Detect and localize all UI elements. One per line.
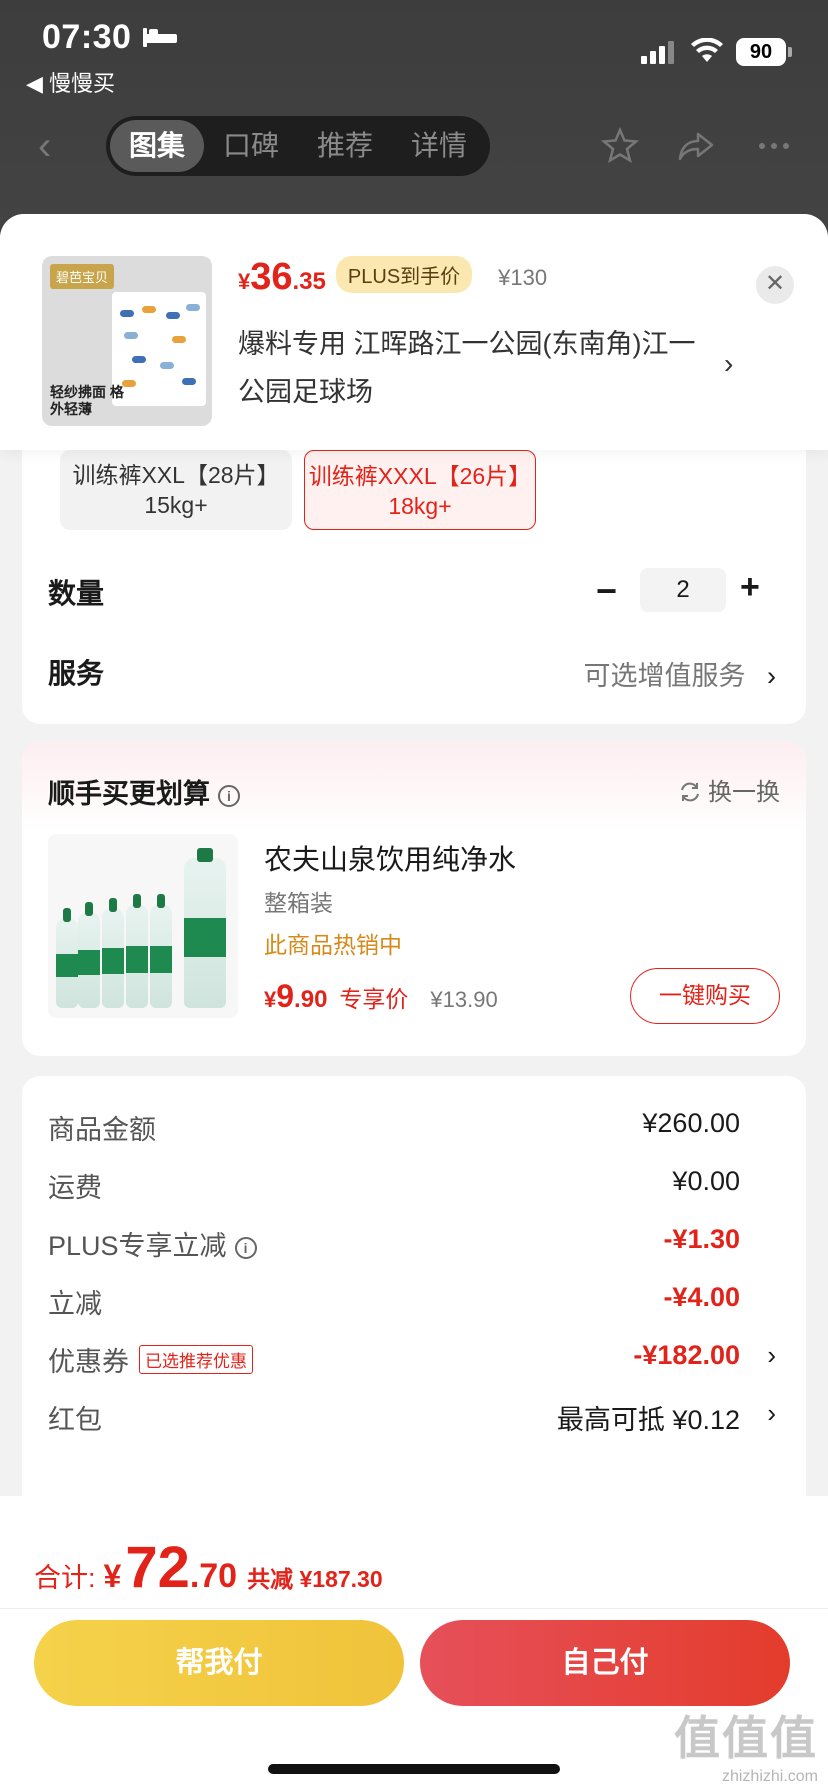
product-price: ¥ 36 .35 PLUS到手价 ¥130 bbox=[238, 256, 548, 298]
order-total: 合计: ¥ 72 .70 共减 ¥187.30 bbox=[34, 1535, 383, 1600]
info-icon[interactable]: i bbox=[234, 1237, 257, 1259]
battery-indicator: 90 bbox=[736, 38, 792, 66]
product-header: 碧芭宝贝 轻纱拂面 格外轻薄 ¥ 36 .35 PLUS到手价 ¥130 爆料专… bbox=[0, 214, 828, 450]
back-arrow-icon[interactable]: ‹ bbox=[38, 124, 51, 169]
quantity-minus-button[interactable]: − bbox=[596, 570, 617, 612]
star-icon[interactable] bbox=[600, 126, 640, 166]
back-to-app-link[interactable]: ◀ 慢慢买 bbox=[26, 66, 115, 98]
chevron-right-icon: › bbox=[767, 661, 776, 691]
recommend-original-price: ¥13.90 bbox=[430, 987, 498, 1012]
recommend-item-price: ¥ 9 .90 专享价 ¥13.90 bbox=[264, 978, 498, 1014]
product-image-brand: 碧芭宝贝 bbox=[50, 264, 115, 289]
exclusive-price-tag: 专享价 bbox=[339, 986, 409, 1012]
chevron-right-icon[interactable]: › bbox=[724, 348, 733, 380]
help-me-pay-button[interactable]: 帮我付 bbox=[34, 1620, 404, 1706]
recommend-card: 顺手买更划算 i 换一换 农夫山泉饮用纯净水 整箱装 此商品热销中 ¥ 9 .90… bbox=[22, 742, 806, 1056]
recommend-item-name[interactable]: 农夫山泉饮用纯净水 bbox=[264, 838, 516, 878]
wifi-icon bbox=[691, 38, 723, 62]
service-label: 服务 bbox=[48, 658, 105, 689]
service-selector[interactable]: 可选增值服务 › bbox=[583, 654, 776, 693]
chevron-right-icon: › bbox=[767, 1340, 776, 1370]
share-icon[interactable] bbox=[676, 126, 716, 166]
info-icon[interactable]: i bbox=[218, 785, 240, 807]
chevron-right-icon: › bbox=[767, 1398, 776, 1428]
sleep-mode-icon bbox=[143, 28, 177, 47]
summary-row-coupon[interactable]: 优惠券 已选推荐优惠 -¥182.00 › bbox=[48, 1340, 776, 1380]
swap-button[interactable]: 换一换 bbox=[678, 772, 780, 807]
recommend-title: 顺手买更划算 i bbox=[48, 772, 240, 811]
one-click-buy-button[interactable]: 一键购买 bbox=[630, 968, 780, 1024]
checkout-bar: 合计: ¥ 72 .70 共减 ¥187.30 帮我付 自己付 值值值 zhiz… bbox=[0, 1496, 828, 1792]
quantity-label: 数量 bbox=[48, 578, 105, 609]
more-icon[interactable] bbox=[754, 126, 794, 166]
tab-reviews[interactable]: 口碑 bbox=[204, 120, 298, 172]
recommend-item-hot: 此商品热销中 bbox=[264, 932, 402, 958]
status-time: 07:30 bbox=[42, 18, 132, 56]
spec-option-xxl[interactable]: 训练裤XXL【28片】15kg+ bbox=[60, 450, 292, 530]
signal-icon bbox=[641, 41, 674, 64]
plus-price-badge: PLUS到手价 bbox=[335, 256, 473, 293]
tab-bar: 图集 口碑 推荐 详情 bbox=[106, 116, 490, 176]
summary-row-instant-discount: 立减 -¥4.00 bbox=[48, 1282, 740, 1319]
status-bar: 07:30 ◀ 慢慢买 90 bbox=[0, 0, 828, 100]
summary-row-plus-discount: PLUS专享立减 i -¥1.30 bbox=[48, 1224, 740, 1261]
summary-row-red-packet[interactable]: 红包 最高可抵 ¥0.12 › bbox=[48, 1398, 776, 1438]
delivery-address[interactable]: 爆料专用 江晖路江一公园(东南角)江一公园足球场 bbox=[238, 320, 718, 416]
spec-option-xxxl[interactable]: 训练裤XXXL【26片】18kg+ bbox=[304, 450, 536, 530]
product-nav: ‹ 图集 口碑 推荐 详情 bbox=[0, 110, 828, 182]
divider bbox=[0, 1608, 828, 1609]
product-image: 碧芭宝贝 轻纱拂面 格外轻薄 bbox=[42, 256, 212, 426]
quantity-plus-button[interactable]: + bbox=[740, 568, 760, 607]
summary-row-shipping: 运费 ¥0.00 bbox=[48, 1166, 740, 1203]
water-product-image[interactable] bbox=[48, 834, 238, 1018]
tab-recommend[interactable]: 推荐 bbox=[298, 120, 392, 172]
tab-gallery[interactable]: 图集 bbox=[110, 120, 204, 172]
product-image-caption: 轻纱拂面 格外轻薄 bbox=[50, 384, 124, 417]
total-saved: 共减 ¥187.30 bbox=[247, 1566, 383, 1592]
quantity-input[interactable]: 2 bbox=[640, 568, 726, 612]
tab-details[interactable]: 详情 bbox=[392, 120, 486, 172]
home-indicator[interactable] bbox=[268, 1764, 560, 1774]
watermark: 值值值 zhizhizhi.com bbox=[674, 1712, 818, 1785]
close-button[interactable]: ✕ bbox=[756, 266, 794, 304]
refresh-icon bbox=[681, 782, 699, 802]
original-price: ¥130 bbox=[498, 265, 548, 290]
coupon-badge: 已选推荐优惠 bbox=[139, 1345, 253, 1374]
price-summary: 商品金额 ¥260.00 运费 ¥0.00 PLUS专享立减 i -¥1.30 立… bbox=[22, 1076, 806, 1496]
recommend-item-spec: 整箱装 bbox=[264, 890, 333, 916]
summary-row-subtotal: 商品金额 ¥260.00 bbox=[48, 1108, 740, 1145]
pay-myself-button[interactable]: 自己付 bbox=[420, 1620, 790, 1706]
